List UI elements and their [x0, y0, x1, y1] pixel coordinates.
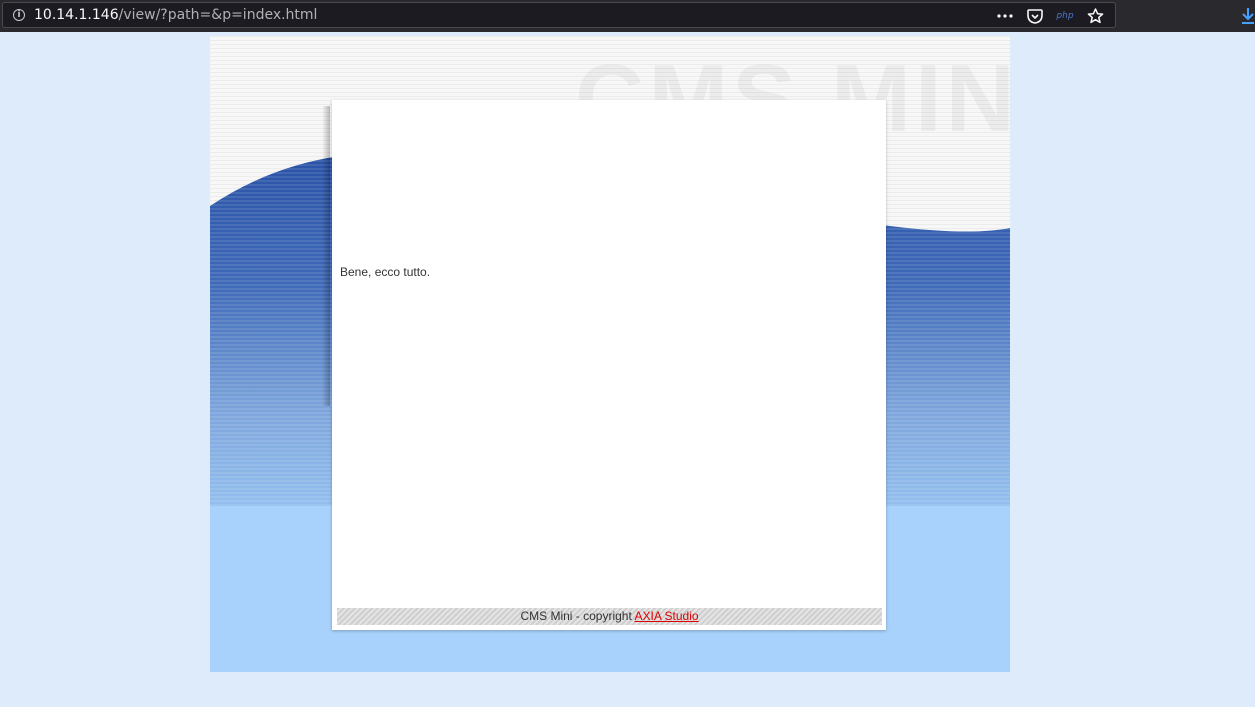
body-text: Bene, ecco tutto. — [340, 265, 431, 279]
pocket-icon[interactable] — [1025, 6, 1045, 26]
info-icon[interactable]: i — [13, 9, 25, 21]
axia-studio-link[interactable]: AXIA Studio — [634, 609, 698, 623]
url-host: 10.14.1.146 — [34, 7, 119, 23]
url-text[interactable]: 10.14.1.146/view/?path=&p=index.html — [34, 7, 317, 23]
footer: CMS Mini - copyright AXIA Studio — [337, 608, 882, 625]
url-bar[interactable]: i 10.14.1.146/view/?path=&p=index.html p… — [2, 2, 1116, 28]
url-actions: php — [995, 6, 1105, 26]
page-background: CMS MINI Bene, ecco tutto. CMS Mini - co… — [210, 36, 1010, 672]
footer-copyright-text: CMS Mini - copyright — [520, 609, 632, 623]
star-icon[interactable] — [1085, 6, 1105, 26]
content-panel: Bene, ecco tutto. CMS Mini - copyright A… — [332, 100, 886, 630]
url-path: /view/?path=&p=index.html — [118, 7, 318, 23]
browser-toolbar: i 10.14.1.146/view/?path=&p=index.html p… — [0, 0, 1255, 32]
php-extension-icon[interactable]: php — [1055, 6, 1075, 26]
download-icon[interactable] — [1240, 6, 1255, 26]
content-shadow — [322, 106, 330, 406]
ellipsis-icon[interactable] — [995, 6, 1015, 26]
